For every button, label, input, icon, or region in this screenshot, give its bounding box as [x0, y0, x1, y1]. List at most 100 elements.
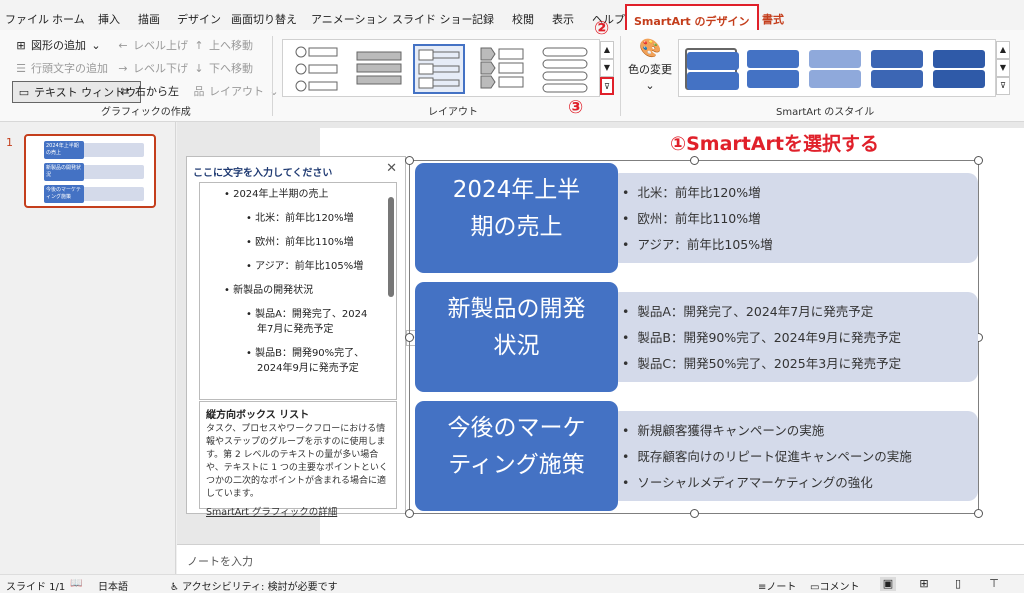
tab-insert[interactable]: 挿入	[98, 11, 120, 27]
style-scroll-down[interactable]: ▼	[996, 59, 1010, 77]
smartart-bullet[interactable]: アジア：前年比105%増	[622, 234, 772, 253]
resize-handle[interactable]	[405, 333, 414, 342]
smartart-bullet[interactable]: 欧州：前年比110%増	[622, 208, 760, 227]
tab-review[interactable]: 校閲	[512, 11, 534, 27]
normal-view-icon[interactable]: ▣	[880, 577, 896, 591]
list-item[interactable]: 2024年9月に発売予定	[257, 361, 359, 376]
gallery-scroll-up[interactable]: ▲	[600, 41, 614, 59]
layout-thumb-chevron-list[interactable]	[477, 44, 529, 94]
reading-view-icon[interactable]: ▯	[950, 577, 966, 591]
tab-format[interactable]: 書式	[762, 11, 784, 27]
swap-icon: ⇄	[120, 84, 130, 98]
list-item[interactable]: • 欧州：前年比110%増	[246, 235, 354, 250]
resize-handle[interactable]	[690, 156, 699, 165]
group-label-layout: レイアウト	[428, 107, 478, 118]
add-shape-button[interactable]: ⊞ 図形の追加 ⌄	[14, 37, 103, 53]
level-down-button[interactable]: → レベル下げ	[116, 60, 188, 76]
layout-gallery	[282, 39, 600, 97]
layout-thumb-circle-list[interactable]	[291, 44, 343, 94]
style-option-5[interactable]	[933, 48, 985, 90]
callout-three: ③	[568, 97, 584, 118]
notes-placeholder: ノートを入力	[187, 555, 253, 568]
group-label-create: グラフィックの作成	[101, 107, 191, 118]
tab-design[interactable]: デザイン	[177, 11, 221, 27]
comments-button[interactable]: ▭コメント	[810, 578, 859, 593]
smartart-bullet[interactable]: 製品B：開発90%完了、2024年9月に発売予定	[622, 327, 901, 346]
tab-transitions[interactable]: 画面切り替え	[231, 11, 297, 27]
list-item[interactable]: • アジア：前年比105%増	[246, 259, 363, 274]
list-item[interactable]: • 製品A：開発完了、2024	[246, 307, 367, 322]
tab-view[interactable]: 表示	[552, 11, 574, 27]
resize-handle[interactable]	[974, 156, 983, 165]
tab-home[interactable]: ホーム	[52, 11, 85, 27]
resize-handle[interactable]	[974, 509, 983, 518]
group-label-styles: SmartArt のスタイル	[776, 107, 875, 118]
move-up-button[interactable]: ↑ 上へ移動	[192, 37, 253, 53]
smartart-heading-box[interactable]: 新製品の開発 状況	[415, 282, 618, 392]
notes-pane[interactable]: ノートを入力	[177, 544, 1024, 574]
tab-animations[interactable]: アニメーション	[311, 11, 388, 27]
smartart-bullet[interactable]: 北米：前年比120%増	[622, 182, 760, 201]
tab-record[interactable]: 記録	[472, 11, 494, 27]
change-colors-button[interactable]: 🎨 色の変更 ⌄	[628, 38, 672, 92]
tab-file[interactable]: ファイル	[5, 11, 49, 27]
slide-sorter-icon[interactable]: ⊞	[916, 577, 932, 591]
gallery-scroll-down[interactable]: ▼	[600, 59, 614, 77]
smartart-heading-box[interactable]: 今後のマーケ ティング施策	[415, 401, 618, 511]
style-option-1[interactable]	[685, 48, 739, 90]
tab-smartart-design[interactable]: SmartArt のデザイン	[625, 4, 759, 32]
notes-toggle-button[interactable]: ≡ノート	[758, 578, 796, 593]
layout-thumb-stacked[interactable]	[353, 44, 405, 94]
list-item[interactable]: 年7月に発売予定	[257, 322, 333, 337]
menu-bar: ファイル ホーム 挿入 描画 デザイン 画面切り替え アニメーション スライド …	[0, 0, 1024, 34]
move-down-button[interactable]: ↓ 下へ移動	[192, 60, 253, 76]
style-option-3[interactable]	[809, 48, 861, 90]
layout-thumb-vertical-box-list[interactable]	[413, 44, 465, 94]
chevron-down-icon: ⌄	[91, 38, 101, 52]
text-pane-list[interactable]: • 2024年上半期の売上 • 北米：前年比120%増 • 欧州：前年比110%…	[199, 182, 397, 400]
smartart-bullet[interactable]: 既存顧客向けのリピート促進キャンペーンの実施	[622, 446, 911, 465]
close-icon[interactable]: ✕	[386, 161, 397, 176]
layout-thumb-pill-list[interactable]	[539, 44, 591, 94]
tab-draw[interactable]: 描画	[138, 11, 160, 27]
resize-handle[interactable]	[405, 156, 414, 165]
style-scroll-up[interactable]: ▲	[996, 41, 1010, 59]
style-option-4[interactable]	[871, 48, 923, 90]
list-item[interactable]: • 2024年上半期の売上	[224, 187, 329, 202]
smartart-bullet[interactable]: 製品C：開発50%完了、2025年3月に発売予定	[622, 353, 901, 372]
slide-counter: スライド 1/1	[6, 582, 66, 593]
smartart-bullet[interactable]: 製品A：開発完了、2024年7月に発売予定	[622, 301, 873, 320]
smartart-bullet[interactable]: 新規顧客獲得キャンペーンの実施	[622, 420, 824, 439]
slide-number: 1	[6, 136, 13, 149]
style-option-2[interactable]	[747, 48, 799, 90]
tab-slideshow[interactable]: スライド ショー	[392, 11, 473, 27]
chevron-down-icon: ⌄	[645, 79, 655, 92]
list-item[interactable]: • 新製品の開発状況	[224, 283, 313, 298]
thumb-box-1: 2024年上半期の売上	[44, 141, 84, 159]
presenter-view-icon[interactable]: ⊤	[986, 577, 1002, 591]
layout-dropdown-button[interactable]: 品 レイアウト ⌄	[192, 83, 281, 99]
text-pane-scrollbar[interactable]	[388, 197, 394, 297]
right-to-left-button[interactable]: ⇄ 右から左	[118, 83, 179, 99]
callout-two: ②	[594, 18, 610, 39]
level-up-button[interactable]: ← レベル上げ	[116, 37, 188, 53]
palette-icon: 🎨	[639, 38, 662, 59]
slide-thumbnail[interactable]: 2024年上半期の売上 新製品の開発状況 今後のマーケティング施策	[24, 134, 156, 208]
accessibility-status[interactable]: ♿ アクセシビリティ: 検討が必要です	[170, 578, 338, 593]
list-item[interactable]: • 製品B：開発90%完了、	[246, 346, 364, 361]
style-more-button[interactable]: ⊽	[996, 77, 1010, 95]
spellcheck-icon[interactable]: 📖	[70, 578, 82, 589]
language-indicator[interactable]: 日本語	[98, 578, 128, 593]
list-item[interactable]: • 北米：前年比120%増	[246, 211, 354, 226]
add-bullet-button[interactable]: ☰ 行頭文字の追加	[14, 60, 108, 76]
arrow-up-icon: ↑	[194, 38, 204, 52]
arrow-left-icon: ←	[118, 38, 128, 52]
smartart-details-link[interactable]: SmartArt グラフィックの詳細	[206, 504, 390, 518]
smartart-heading-box[interactable]: 2024年上半 期の売上	[415, 163, 618, 273]
thumb-box-2: 新製品の開発状況	[44, 163, 84, 181]
resize-handle[interactable]	[690, 509, 699, 518]
gallery-more-button[interactable]: ⊽	[600, 77, 614, 95]
smartart-bullet[interactable]: ソーシャルメディアマーケティングの強化	[622, 472, 872, 491]
resize-handle[interactable]	[405, 509, 414, 518]
smartart-style-gallery	[678, 39, 996, 97]
